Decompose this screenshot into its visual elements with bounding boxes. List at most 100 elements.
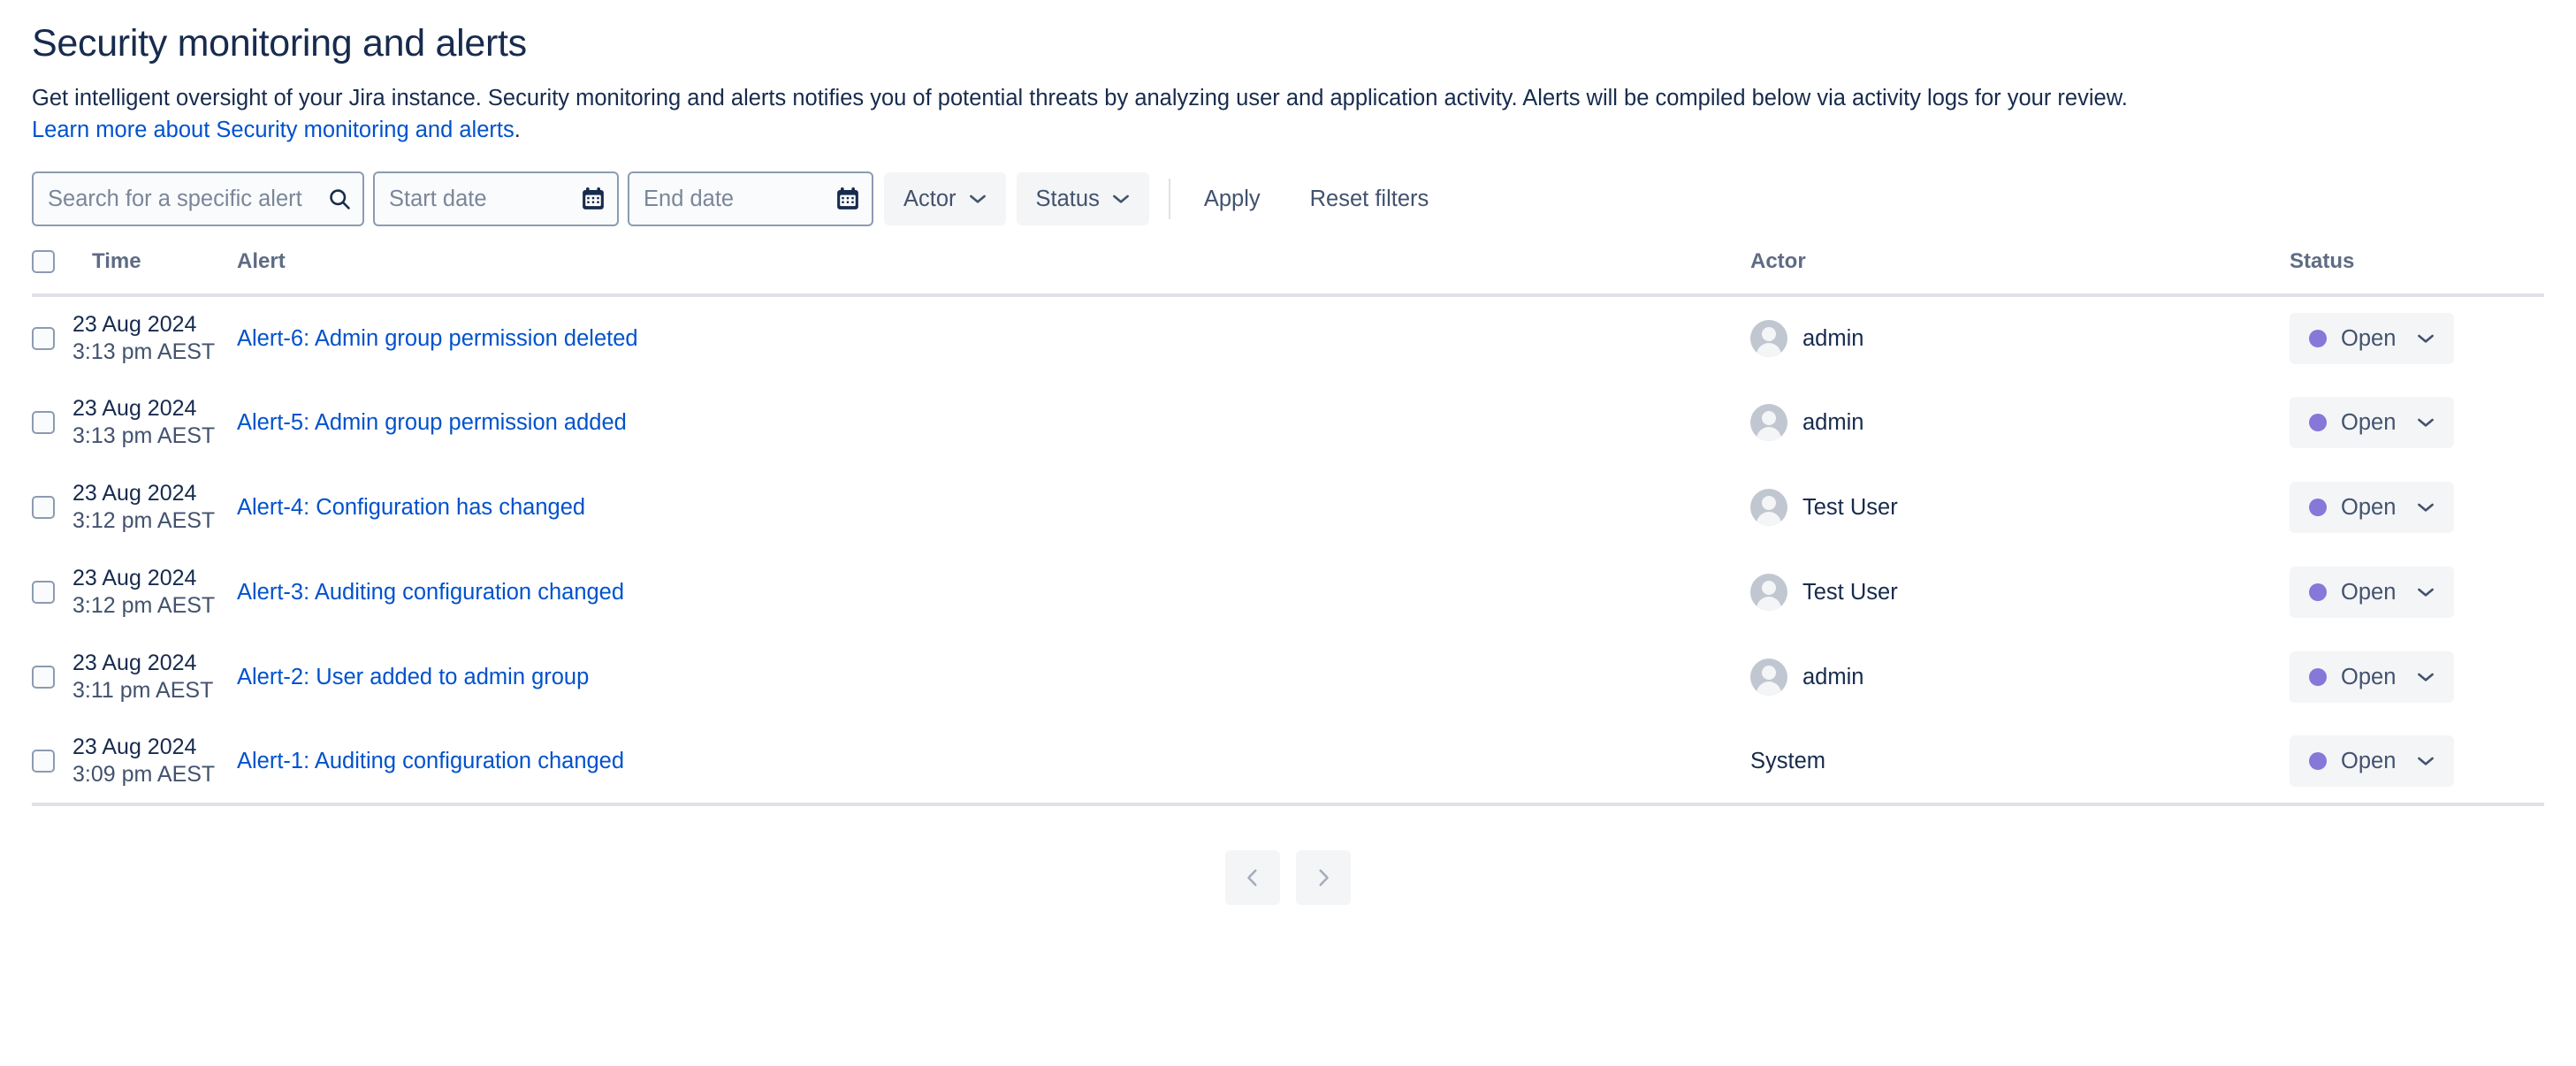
time-cell: 23 Aug 2024 3:13 pm AEST (72, 295, 230, 380)
alerts-table: Time Alert Actor Status 23 Aug 2024 3:13 … (32, 249, 2544, 806)
row-select-checkbox[interactable] (32, 581, 55, 604)
table-row: 23 Aug 2024 3:09 pm AEST Alert-1: Auditing… (32, 720, 2544, 806)
alert-link[interactable]: Alert-1: Auditing configuration changed (230, 749, 624, 773)
reset-filters-button[interactable]: Reset filters (1299, 179, 1440, 219)
alert-time: 3:13 pm AEST (72, 339, 216, 364)
security-alerts-page: Security monitoring and alerts Get intel… (0, 0, 2576, 1066)
status-label: Open (2341, 579, 2397, 605)
chevron-down-icon (2418, 757, 2434, 765)
apply-filters-button[interactable]: Apply (1193, 179, 1271, 219)
pagination-prev-button[interactable] (1225, 850, 1280, 905)
alert-link[interactable]: Alert-5: Admin group permission added (230, 410, 627, 435)
alert-date: 23 Aug 2024 (72, 312, 197, 337)
avatar (1750, 320, 1787, 357)
status-badge[interactable]: Open (2290, 651, 2454, 703)
chevron-down-icon (2418, 503, 2434, 512)
filter-bar: Actor Status Apply Reset filters (32, 171, 2544, 226)
chevron-down-icon (2418, 334, 2434, 343)
avatar (1750, 574, 1787, 611)
row-select-cell (32, 465, 72, 550)
pagination (32, 850, 2544, 905)
actor-cell: System (1750, 720, 2290, 806)
alert-time: 3:13 pm AEST (72, 423, 216, 448)
filter-divider (1168, 179, 1170, 219)
chevron-right-icon (1319, 869, 1329, 887)
time-cell: 23 Aug 2024 3:13 pm AEST (72, 380, 230, 465)
row-select-checkbox[interactable] (32, 496, 55, 519)
status-cell: Open (2290, 380, 2544, 465)
alert-date: 23 Aug 2024 (72, 651, 197, 675)
start-date-input[interactable] (373, 171, 619, 226)
actor-name: Test User (1802, 579, 1898, 605)
pagination-next-button[interactable] (1296, 850, 1351, 905)
chevron-down-icon (969, 194, 986, 203)
learn-more-link[interactable]: Learn more about Security monitoring and… (32, 115, 514, 145)
page-description-text: Get intelligent oversight of your Jira i… (32, 86, 2128, 110)
status-label: Open (2341, 748, 2397, 773)
alerts-table-header: Time Alert Actor Status (32, 249, 2544, 297)
status-label: Open (2341, 409, 2397, 435)
status-badge[interactable]: Open (2290, 397, 2454, 448)
status-label: Open (2341, 325, 2397, 351)
table-header-row: Time Alert Actor Status (32, 249, 2544, 297)
table-row: 23 Aug 2024 3:11 pm AEST Alert-2: User add… (32, 635, 2544, 720)
select-all-checkbox[interactable] (32, 250, 55, 273)
actor-filter-dropdown[interactable]: Actor (884, 172, 1006, 225)
status-badge[interactable]: Open (2290, 313, 2454, 364)
status-label: Open (2341, 494, 2397, 520)
row-select-cell (32, 635, 72, 720)
row-select-checkbox[interactable] (32, 411, 55, 434)
alert-date: 23 Aug 2024 (72, 566, 197, 590)
column-header-status: Status (2290, 249, 2544, 297)
alert-link[interactable]: Alert-6: Admin group permission deleted (230, 326, 638, 351)
chevron-left-icon (1247, 869, 1257, 887)
alert-date: 23 Aug 2024 (72, 481, 197, 506)
actor-cell: admin (1750, 635, 2290, 720)
alert-link[interactable]: Alert-4: Configuration has changed (230, 495, 585, 520)
alert-cell: Alert-1: Auditing configuration changed (230, 720, 1750, 806)
alert-link[interactable]: Alert-3: Auditing configuration changed (230, 580, 624, 605)
time-cell: 23 Aug 2024 3:12 pm AEST (72, 550, 230, 635)
select-all-header (32, 249, 72, 297)
row-select-checkbox[interactable] (32, 327, 55, 350)
alert-cell: Alert-6: Admin group permission deleted (230, 295, 1750, 380)
status-badge[interactable]: Open (2290, 567, 2454, 618)
actor-cell: Test User (1750, 550, 2290, 635)
alert-time: 3:09 pm AEST (72, 762, 216, 787)
avatar (1750, 489, 1787, 526)
status-filter-label: Status (1035, 186, 1100, 211)
column-header-time: Time (72, 249, 230, 297)
time-cell: 23 Aug 2024 3:12 pm AEST (72, 465, 230, 550)
status-badge[interactable]: Open (2290, 735, 2454, 787)
status-filter-dropdown[interactable]: Status (1016, 172, 1149, 225)
search-input[interactable] (32, 171, 364, 226)
end-date-input[interactable] (628, 171, 873, 226)
status-cell: Open (2290, 550, 2544, 635)
chevron-down-icon (1112, 194, 1129, 203)
start-date-field-wrapper (373, 171, 619, 226)
alert-link[interactable]: Alert-2: User added to admin group (230, 665, 589, 689)
time-cell: 23 Aug 2024 3:11 pm AEST (72, 635, 230, 720)
alert-cell: Alert-3: Auditing configuration changed (230, 550, 1750, 635)
status-badge[interactable]: Open (2290, 482, 2454, 533)
table-row: 23 Aug 2024 3:13 pm AEST Alert-6: Admin gr… (32, 295, 2544, 380)
page-title: Security monitoring and alerts (32, 22, 527, 65)
alert-cell: Alert-4: Configuration has changed (230, 465, 1750, 550)
status-cell: Open (2290, 465, 2544, 550)
column-header-alert: Alert (230, 249, 1750, 297)
row-select-cell (32, 550, 72, 635)
status-dot-icon (2309, 330, 2327, 347)
status-cell: Open (2290, 720, 2544, 806)
page-description: Get intelligent oversight of your Jira i… (32, 67, 2525, 145)
alert-date: 23 Aug 2024 (72, 735, 197, 759)
status-cell: Open (2290, 635, 2544, 720)
avatar (1750, 404, 1787, 441)
row-select-checkbox[interactable] (32, 750, 55, 773)
row-select-checkbox[interactable] (32, 666, 55, 689)
status-cell: Open (2290, 295, 2544, 380)
alert-time: 3:11 pm AEST (72, 678, 214, 703)
alert-cell: Alert-2: User added to admin group (230, 635, 1750, 720)
alerts-table-body: 23 Aug 2024 3:13 pm AEST Alert-6: Admin gr… (32, 295, 2544, 806)
table-row: 23 Aug 2024 3:13 pm AEST Alert-5: Admin gr… (32, 380, 2544, 465)
alert-time: 3:12 pm AEST (72, 508, 216, 533)
